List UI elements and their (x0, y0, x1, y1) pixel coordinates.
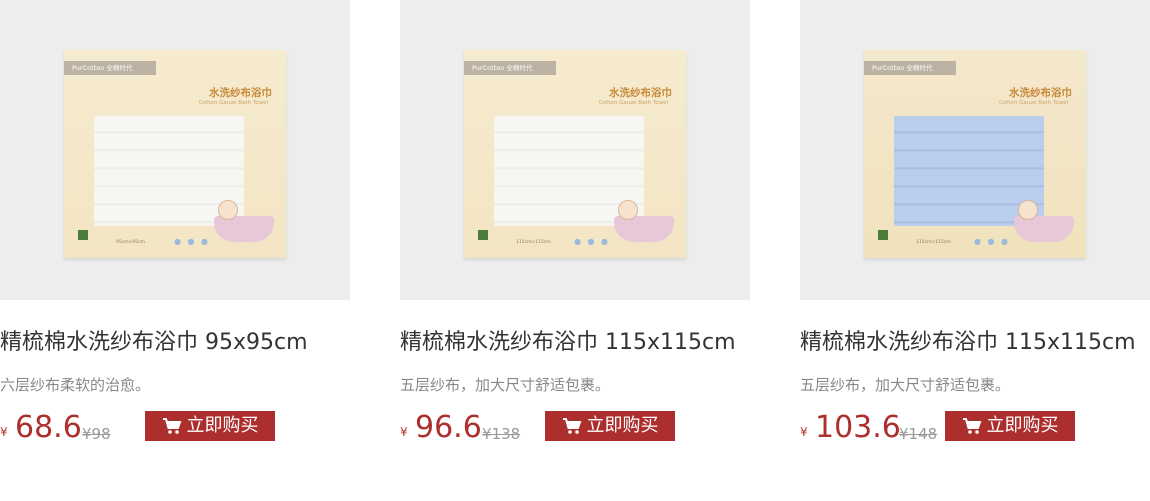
package-subtitle: Cotton Gauze Bath Towel (199, 100, 268, 106)
bathtub-illustration (614, 216, 674, 242)
buy-now-button[interactable]: 立即购买 (545, 411, 675, 441)
currency-symbol: ¥ (0, 425, 8, 439)
buy-now-button[interactable]: 立即购买 (945, 411, 1075, 441)
bathtub-illustration (1014, 216, 1074, 242)
bathtub-illustration (214, 216, 274, 242)
currency-symbol: ¥ (800, 425, 808, 439)
product-card[interactable]: PurCotton 全棉时代 水洗纱布浴巾 Cotton Gauze Bath … (400, 0, 750, 501)
product-card[interactable]: PurCotton 全棉时代 水洗纱布浴巾 Cotton Gauze Bath … (0, 0, 350, 501)
package-subtitle: Cotton Gauze Bath Towel (599, 100, 668, 106)
product-title[interactable]: 精梳棉水洗纱布浴巾 115x115cm (800, 329, 1136, 357)
buy-now-label: 立即购买 (186, 415, 259, 436)
package-title: 水洗纱布浴巾 (209, 87, 272, 99)
product-package: PurCotton 全棉时代 水洗纱布浴巾 Cotton Gauze Bath … (64, 50, 286, 258)
original-price: ¥148 (899, 425, 938, 443)
product-title[interactable]: 精梳棉水洗纱布浴巾 95x95cm (0, 329, 308, 357)
product-image[interactable]: PurCotton 全棉时代 水洗纱布浴巾 Cotton Gauze Bath … (800, 0, 1150, 300)
brand-logo-icon (478, 230, 488, 240)
package-size-label: 95cm×95cm (116, 240, 145, 245)
product-card[interactable]: PurCotton 全棉时代 水洗纱布浴巾 Cotton Gauze Bath … (800, 0, 1150, 501)
product-description: 五层纱布，加大尺寸舒适包裹。 (400, 376, 611, 394)
bubbles-decoration: ● ● ● (974, 237, 1011, 246)
original-price: ¥98 (82, 425, 111, 443)
package-title: 水洗纱布浴巾 (609, 87, 672, 99)
current-price: 103.6 (815, 410, 901, 445)
package-subtitle: Cotton Gauze Bath Towel (999, 100, 1068, 106)
buy-now-label: 立即购买 (586, 415, 659, 436)
product-title[interactable]: 精梳棉水洗纱布浴巾 115x115cm (400, 329, 736, 357)
product-description: 五层纱布，加大尺寸舒适包裹。 (800, 376, 1011, 394)
package-title: 水洗纱布浴巾 (1009, 87, 1072, 99)
product-description: 六层纱布柔软的治愈。 (0, 376, 151, 394)
cart-icon (162, 418, 181, 434)
brand-label: PurCotton 全棉时代 (64, 61, 156, 75)
product-image[interactable]: PurCotton 全棉时代 水洗纱布浴巾 Cotton Gauze Bath … (400, 0, 750, 300)
product-grid: PurCotton 全棉时代 水洗纱布浴巾 Cotton Gauze Bath … (0, 0, 1150, 501)
price-row: ¥ 96.6 ¥138 立即购买 (400, 410, 750, 445)
brand-label: PurCotton 全棉时代 (464, 61, 556, 75)
original-price: ¥138 (482, 425, 521, 443)
current-price: 68.6 (15, 410, 82, 445)
product-package: PurCotton 全棉时代 水洗纱布浴巾 Cotton Gauze Bath … (464, 50, 686, 258)
baby-illustration (218, 200, 238, 220)
package-size-label: 115cm×115cm (916, 240, 951, 245)
product-package: PurCotton 全棉时代 水洗纱布浴巾 Cotton Gauze Bath … (864, 50, 1086, 258)
brand-logo-icon (878, 230, 888, 240)
current-price: 96.6 (415, 410, 482, 445)
product-image[interactable]: PurCotton 全棉时代 水洗纱布浴巾 Cotton Gauze Bath … (0, 0, 350, 300)
buy-now-label: 立即购买 (986, 415, 1059, 436)
baby-illustration (1018, 200, 1038, 220)
currency-symbol: ¥ (400, 425, 408, 439)
price-row: ¥ 103.6 ¥148 立即购买 (800, 410, 1150, 445)
bubbles-decoration: ● ● ● (174, 237, 211, 246)
brand-logo-icon (78, 230, 88, 240)
package-size-label: 115cm×115cm (516, 240, 551, 245)
price-row: ¥ 68.6 ¥98 立即购买 (0, 410, 350, 445)
brand-label: PurCotton 全棉时代 (864, 61, 956, 75)
bubbles-decoration: ● ● ● (574, 237, 611, 246)
cart-icon (562, 418, 581, 434)
baby-illustration (618, 200, 638, 220)
cart-icon (962, 418, 981, 434)
buy-now-button[interactable]: 立即购买 (145, 411, 275, 441)
